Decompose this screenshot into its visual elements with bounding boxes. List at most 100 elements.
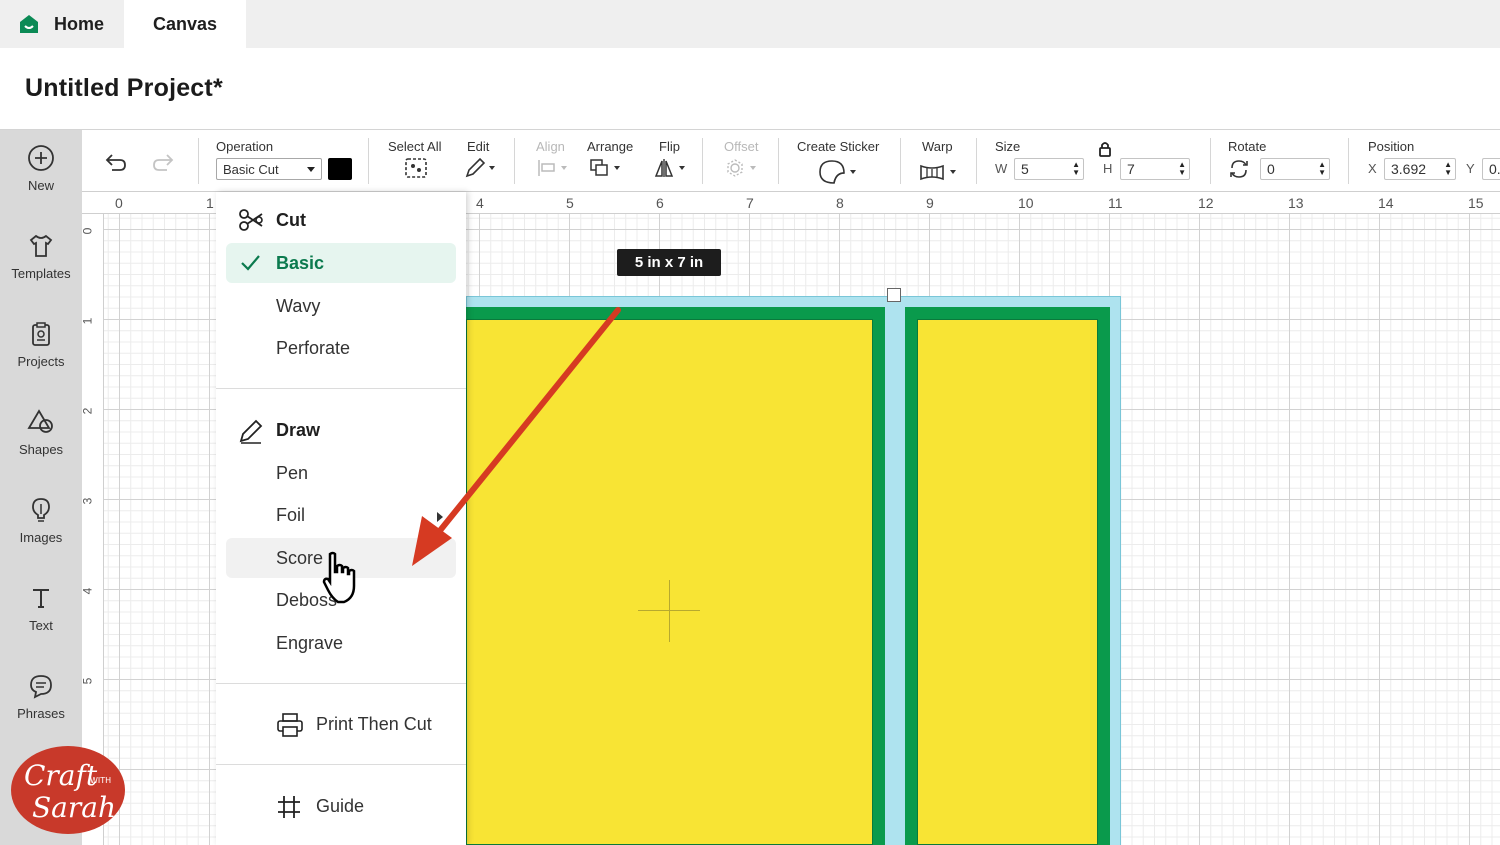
menu-item-print-then-cut[interactable]: Print Then Cut: [226, 704, 456, 744]
width-value: 5: [1021, 161, 1029, 177]
align-icon: [538, 160, 567, 176]
arrange-label: Arrange: [587, 139, 634, 154]
operation-value: Basic Cut: [223, 162, 279, 177]
menu-item-perforate[interactable]: Perforate: [226, 328, 456, 368]
menu-item-wavy[interactable]: Wavy: [226, 286, 456, 326]
toolbar-separator: [778, 138, 779, 184]
rotate-handle[interactable]: [887, 288, 901, 302]
undo-icon[interactable]: [104, 152, 128, 172]
project-title[interactable]: Untitled Project*: [25, 74, 223, 103]
card-panel-left[interactable]: [466, 307, 885, 845]
menu-item-label: Guide: [316, 795, 365, 816]
ruler-tick-label: 15: [1468, 195, 1484, 211]
sidebar-item-shapes[interactable]: Shapes: [0, 398, 82, 482]
menu-item-score[interactable]: Score: [226, 538, 456, 578]
sidebar-item-label: Projects: [17, 354, 65, 369]
rotate-input[interactable]: 0 ▲ ▼: [1260, 158, 1330, 180]
tab-canvas-label: Canvas: [152, 13, 218, 34]
menu-divider: [216, 764, 466, 765]
stepper-icon[interactable]: ▲ ▼: [1444, 161, 1452, 177]
sidebar-item-label: Shapes: [18, 442, 64, 457]
sidebar-item-label: New: [27, 178, 54, 193]
select-all-icon[interactable]: [404, 157, 428, 179]
sidebar-item-label: Text: [29, 618, 53, 633]
checkmark-icon: [241, 255, 260, 271]
sticker-icon[interactable]: [818, 159, 860, 185]
ruler-tick-label: 0: [80, 227, 95, 235]
flip-label: Flip: [659, 139, 680, 154]
arrange-icon[interactable]: [588, 157, 624, 179]
select-all-label: Select All: [388, 139, 442, 154]
toolbar-separator: [1348, 138, 1349, 184]
rotate-icon[interactable]: [1228, 158, 1250, 180]
ruler-tick-label: 13: [1288, 195, 1304, 211]
y-axis-label: Y: [1466, 161, 1475, 176]
flip-icon[interactable]: [654, 157, 690, 179]
menu-item-label: Score: [276, 547, 324, 568]
sidebar-item-images[interactable]: Images: [0, 486, 82, 570]
menu-item-label: Deboss: [276, 589, 338, 610]
shapes-icon: [27, 409, 53, 433]
menu-item-label: Perforate: [276, 337, 351, 358]
sidebar-item-new[interactable]: New: [0, 134, 82, 218]
menu-item-label: Foil: [276, 504, 306, 525]
scissors-icon: [239, 209, 263, 231]
y-position-input[interactable]: 0.: [1482, 158, 1500, 180]
tab-canvas[interactable]: Canvas: [124, 0, 246, 48]
stepper-icon[interactable]: ▲ ▼: [1178, 161, 1186, 177]
menu-divider: [216, 388, 466, 389]
menu-item-basic[interactable]: Basic: [226, 243, 456, 283]
ruler-tick-label: 6: [656, 195, 664, 211]
ruler-tick-label: 0: [115, 195, 123, 211]
sidebar-item-projects[interactable]: Projects: [0, 310, 82, 394]
menu-item-pen[interactable]: Pen: [226, 453, 456, 493]
lightbulb-icon: [32, 498, 50, 522]
stepper-icon[interactable]: ▲ ▼: [1318, 161, 1326, 177]
ruler-tick-label: 1: [206, 195, 214, 211]
card-panel-right[interactable]: [905, 307, 1110, 845]
toolbar-separator: [900, 138, 901, 184]
pen-icon: [239, 419, 263, 444]
menu-item-label: Pen: [276, 462, 309, 483]
menu-item-foil[interactable]: Foil: [226, 495, 456, 535]
text-icon: [33, 589, 49, 608]
ruler-tick-label: 7: [746, 195, 754, 211]
tab-home[interactable]: Home: [0, 0, 124, 48]
x-position-input[interactable]: 3.692 ▲ ▼: [1384, 158, 1456, 180]
submenu-caret-icon: [437, 512, 443, 522]
menu-item-engrave[interactable]: Engrave: [226, 623, 456, 663]
center-crosshair: [669, 580, 670, 642]
chevron-down-icon: [307, 167, 315, 172]
ruler-tick-label: 4: [80, 587, 95, 595]
warp-icon[interactable]: [919, 161, 961, 183]
width-input[interactable]: 5 ▲ ▼: [1014, 158, 1084, 180]
left-sidebar: New Templates Projects Shapes Images Tex…: [0, 130, 82, 845]
menu-header-label: Draw: [276, 419, 321, 440]
operation-select[interactable]: Basic Cut: [216, 158, 322, 180]
stepper-icon[interactable]: ▲ ▼: [1072, 161, 1080, 177]
menu-item-guide[interactable]: Guide: [226, 786, 456, 826]
ruler-tick-label: 1: [80, 317, 95, 325]
create-sticker-label: Create Sticker: [797, 139, 880, 154]
operation-color-swatch[interactable]: [328, 158, 352, 180]
top-tab-bar: Home Canvas: [0, 0, 1500, 48]
sidebar-item-templates[interactable]: Templates: [0, 222, 82, 306]
size-label: Size: [995, 139, 1021, 154]
pencil-icon[interactable]: [464, 157, 498, 179]
toolbar-separator: [198, 138, 199, 184]
height-value: 7: [1127, 161, 1135, 177]
redo-icon[interactable]: [151, 152, 175, 172]
menu-item-label: Print Then Cut: [316, 713, 432, 734]
height-input[interactable]: 7 ▲ ▼: [1120, 158, 1190, 180]
sidebar-item-text[interactable]: Text: [0, 574, 82, 658]
sidebar-item-phrases[interactable]: Phrases: [0, 662, 82, 746]
svg-text:Sarah: Sarah: [32, 791, 116, 824]
ruler-tick-label: 2: [80, 407, 95, 415]
warp-label: Warp: [922, 139, 953, 154]
clipboard-icon: [32, 322, 50, 346]
title-bar: Untitled Project*: [0, 48, 1500, 130]
ruler-tick-label: 11: [1108, 195, 1123, 211]
menu-item-deboss[interactable]: Deboss: [226, 580, 456, 620]
lock-icon[interactable]: [1098, 140, 1112, 158]
sidebar-item-label: Templates: [11, 266, 71, 281]
